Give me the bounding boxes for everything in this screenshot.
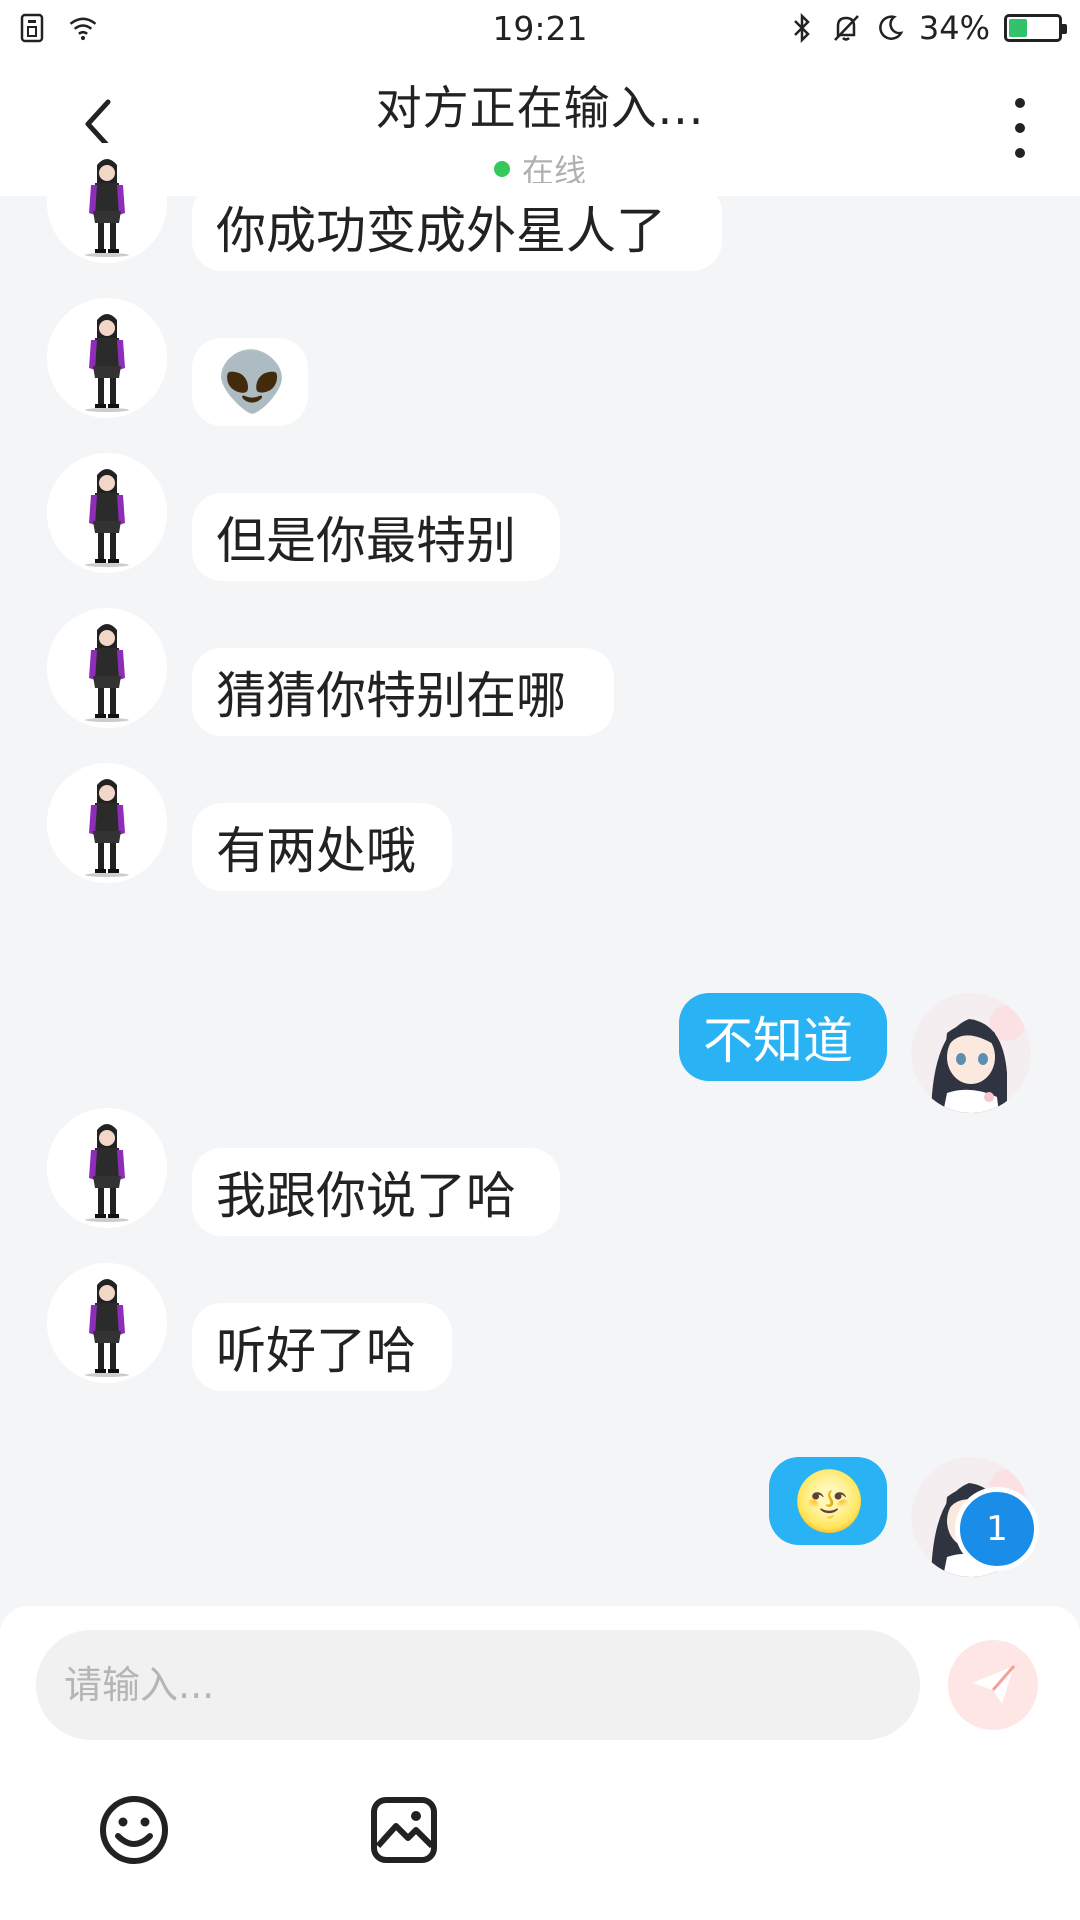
status-right: 34% [762, 9, 1067, 47]
message-bubble[interactable]: 但是你最特别 [192, 493, 560, 581]
bluetooth-icon [787, 13, 817, 43]
message-text: 猜猜你特别在哪 [216, 667, 566, 725]
contact-avatar[interactable] [47, 298, 167, 418]
image-button[interactable] [368, 1794, 440, 1866]
mute-bell-icon [831, 13, 861, 43]
status-bar: 19:21 34% [0, 0, 1080, 56]
message-text: 不知道 [703, 1012, 853, 1070]
message-bubble[interactable]: 你成功变成外星人了 [192, 183, 722, 271]
smile-icon [100, 1796, 168, 1864]
sim-icon [18, 13, 48, 43]
input-area [0, 1606, 1080, 1920]
message-input[interactable] [36, 1630, 920, 1740]
message-bubble[interactable]: 👽 [192, 338, 308, 426]
message-bubble[interactable]: 🌝 [769, 1457, 887, 1545]
battery-percent: 34% [918, 9, 990, 47]
message-bubble[interactable]: 听好了哈 [192, 1303, 452, 1391]
contact-avatar[interactable] [47, 608, 167, 728]
send-button[interactable] [948, 1640, 1038, 1730]
message-text: 🌝 [793, 1466, 866, 1535]
emoji-button[interactable] [98, 1794, 170, 1866]
contact-avatar[interactable] [47, 1263, 167, 1383]
message-text: 有两处哦 [216, 822, 416, 880]
message-text: 👽 [216, 347, 289, 416]
message-text: 但是你最特别 [216, 512, 516, 570]
status-left [18, 13, 318, 43]
header-center: 对方正在输入... 在线 [0, 72, 1080, 192]
contact-avatar[interactable] [47, 143, 167, 263]
page-title: 对方正在输入... [375, 81, 705, 135]
contact-avatar[interactable] [47, 453, 167, 573]
my-avatar[interactable] [911, 993, 1031, 1113]
message-text: 我跟你说了哈 [216, 1167, 516, 1225]
message-bubble[interactable]: 有两处哦 [192, 803, 452, 891]
message-bubble[interactable]: 猜猜你特别在哪 [192, 648, 614, 736]
battery-level [1009, 19, 1027, 37]
more-dot-icon [1015, 98, 1025, 108]
message-text: 你成功变成外星人了 [216, 202, 666, 260]
send-icon [972, 1665, 1016, 1704]
chat-header: 对方正在输入... 在线 [0, 56, 1080, 196]
image-icon [371, 1797, 437, 1863]
battery-icon [1004, 14, 1067, 42]
more-options-button[interactable] [1000, 98, 1040, 158]
online-dot-icon [493, 161, 510, 177]
chat-screen: 19:21 34% 对方正在输入... 在线 你成功变成外星人了 👽 但是你最特… [0, 0, 1080, 1920]
contact-avatar[interactable] [47, 763, 167, 883]
message-bubble[interactable]: 不知道 [679, 993, 887, 1081]
wifi-icon [68, 13, 98, 43]
message-text: 听好了哈 [216, 1322, 416, 1380]
contact-avatar[interactable] [47, 1108, 167, 1228]
more-dot-icon [1015, 148, 1025, 158]
message-list[interactable]: 你成功变成外星人了 👽 但是你最特别 猜猜你特别在哪 有两处哦不知道我跟你说了哈 听好了哈… [0, 143, 1080, 1606]
moon-icon [875, 13, 905, 43]
message-bubble[interactable]: 我跟你说了哈 [192, 1148, 560, 1236]
status-time: 19:21 [492, 8, 588, 48]
unread-badge[interactable]: 1 [955, 1487, 1039, 1571]
more-dot-icon [1015, 123, 1025, 133]
